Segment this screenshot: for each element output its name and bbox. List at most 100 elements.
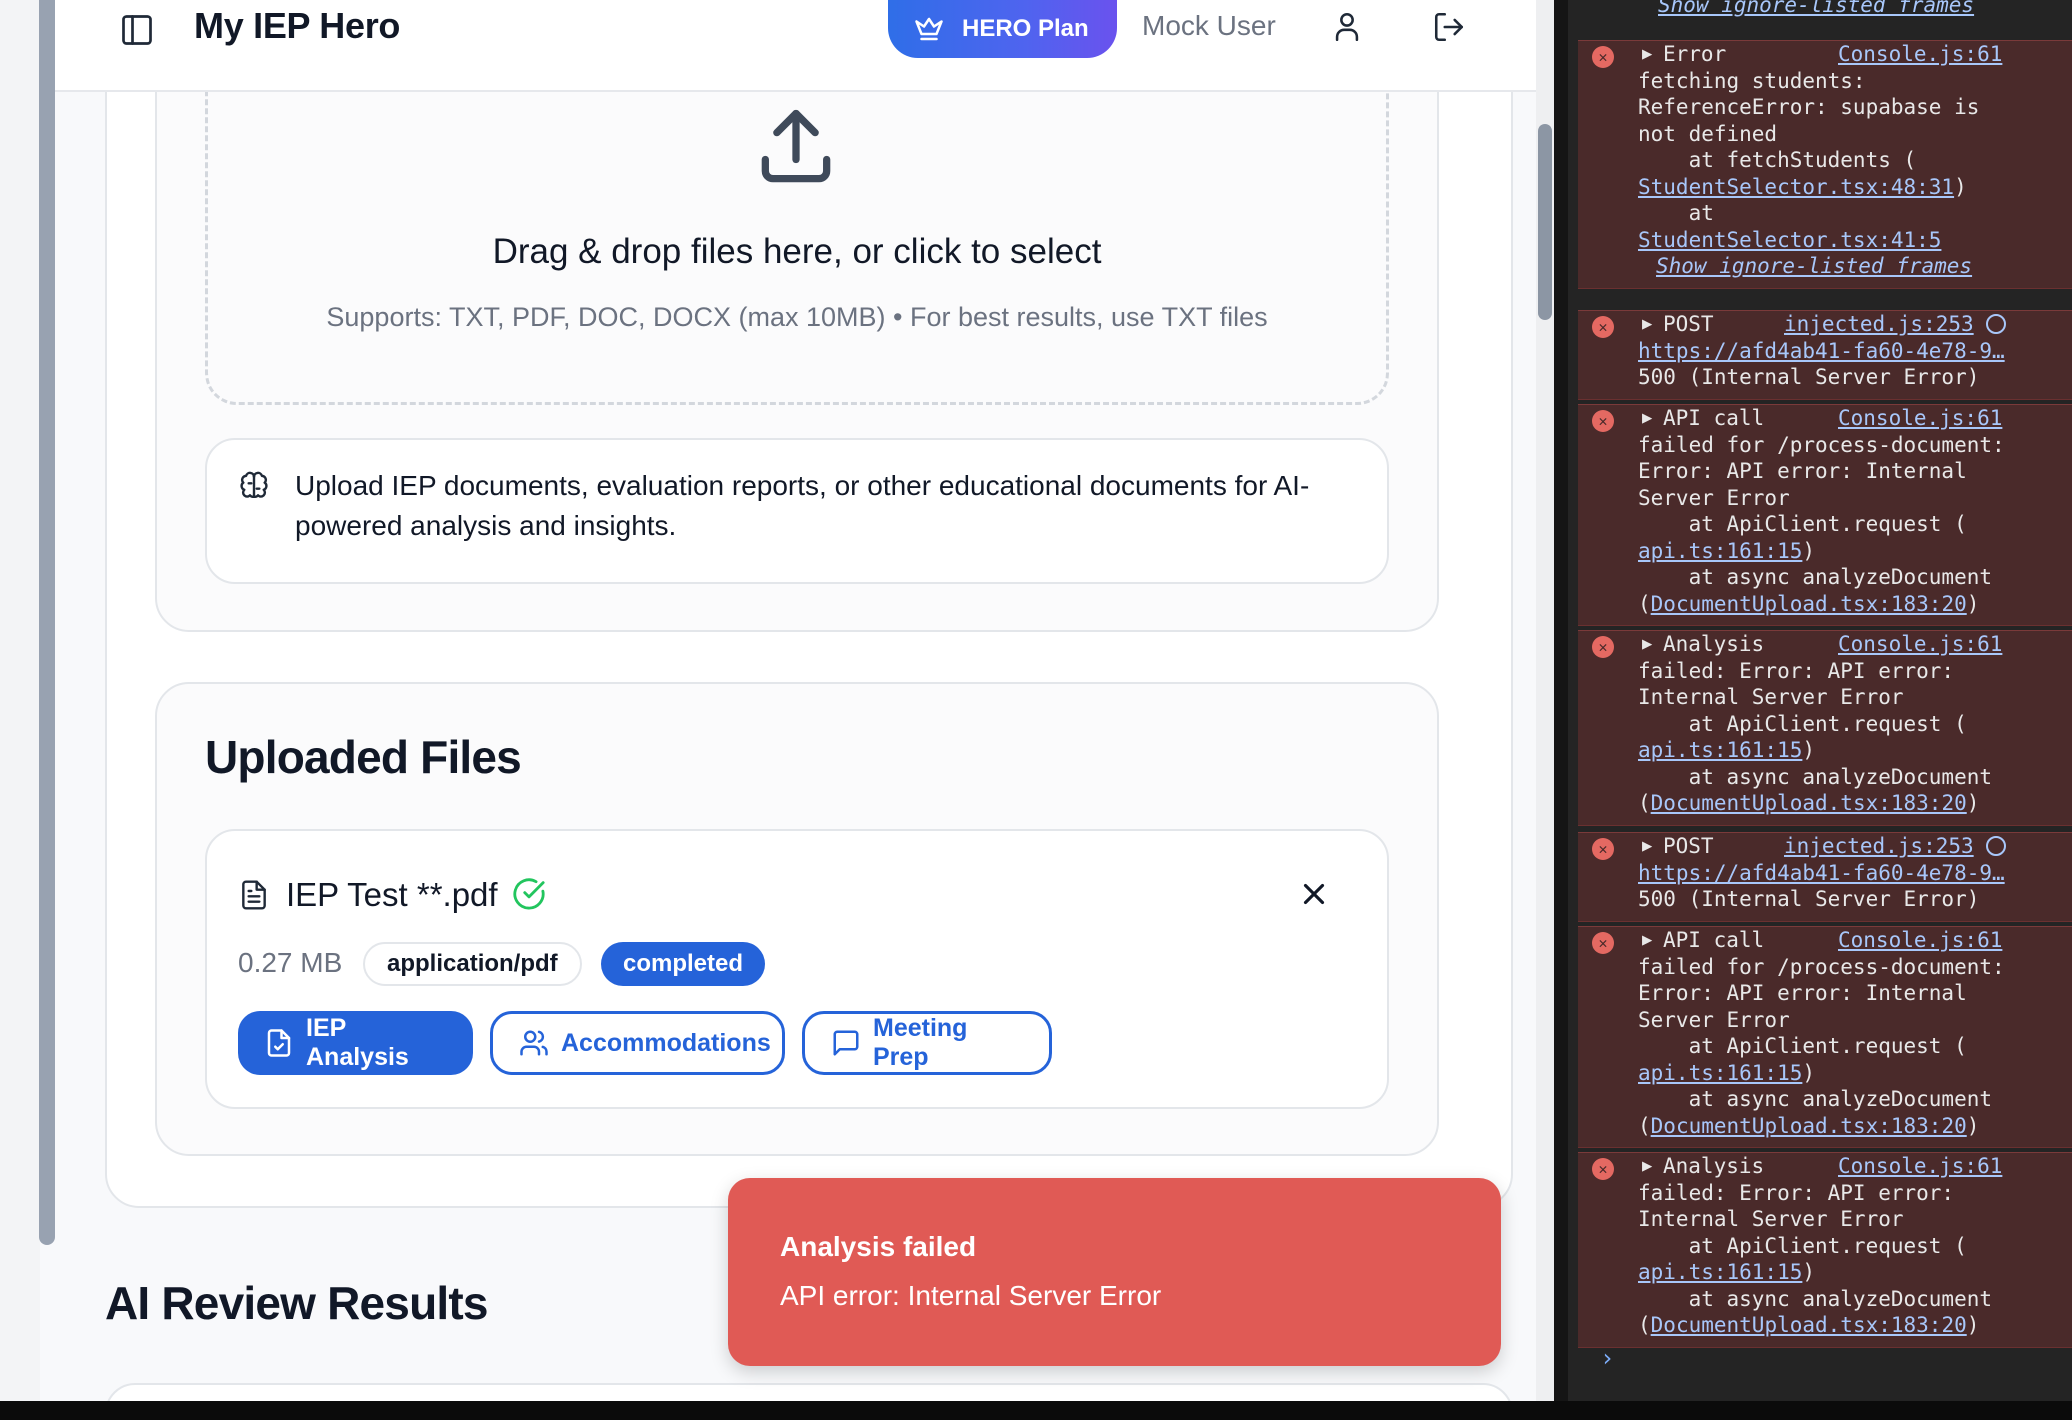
console-message-head: Analysis	[1663, 1154, 1765, 1178]
user-icon[interactable]	[1330, 10, 1364, 44]
console-source: Console.js:61	[1838, 631, 2002, 658]
left-scroll-indicator	[39, 0, 55, 1245]
network-request-icon[interactable]	[1985, 836, 2006, 856]
file-text-icon	[242, 880, 266, 910]
users-icon	[520, 1030, 548, 1056]
expand-triangle-icon[interactable]: ▶	[1642, 311, 1652, 338]
console-message-line: at ApiClient.request (	[1638, 1034, 1967, 1058]
expand-triangle-icon[interactable]: ▶	[1642, 1153, 1652, 1180]
left-window-edge	[0, 0, 40, 1401]
logout-icon[interactable]	[1432, 10, 1466, 44]
console-message-head: Analysis	[1663, 632, 1765, 656]
console-source-link[interactable]: Console.js:61	[1838, 42, 2002, 66]
stack-frame-link[interactable]: StudentSelector.tsx:41:5	[1638, 228, 1941, 252]
network-request-icon[interactable]	[1985, 314, 2006, 334]
console-message-line: api.ts:161:15)	[1638, 1060, 1816, 1085]
devtools-console: Show ignore-listed frames ✕ ▶ Error Console…	[1568, 0, 2072, 1401]
stack-frame-link[interactable]: DocumentUpload.tsx:183:20	[1651, 791, 1967, 815]
check-circle-icon	[513, 878, 545, 910]
expand-triangle-icon[interactable]: ▶	[1642, 631, 1652, 658]
console-message-head: API call	[1663, 406, 1765, 430]
console-source: Console.js:61	[1838, 405, 2002, 432]
console-source-link[interactable]: injected.js:253	[1784, 312, 1974, 336]
console-source: Console.js:61	[1838, 1153, 2002, 1180]
sidebar-toggle-icon[interactable]	[119, 12, 155, 48]
console-message-line: at async analyzeDocument	[1638, 565, 1993, 589]
console-source-link[interactable]: Console.js:61	[1838, 1154, 2002, 1178]
error-toast[interactable]: Analysis failed API error: Internal Serv…	[728, 1178, 1501, 1366]
ai-review-results-heading: AI Review Results	[105, 1277, 488, 1329]
stack-frame-link[interactable]: https://afd4ab41-fa60-4e78-9…	[1638, 861, 2005, 885]
console-source: Console.js:61	[1838, 927, 2002, 954]
remove-file-close-icon[interactable]	[1297, 877, 1331, 911]
devtools-divider[interactable]	[1554, 0, 1568, 1401]
stack-frame-link[interactable]: DocumentUpload.tsx:183:20	[1651, 1114, 1967, 1138]
hero-plan-label: HERO Plan	[962, 15, 1089, 42]
iep-analysis-button[interactable]: IEP Analysis	[238, 1011, 473, 1075]
uploaded-files-heading: Uploaded Files	[205, 731, 522, 783]
error-circle-icon: ✕	[1592, 932, 1614, 954]
mime-type-badge: application/pdf	[363, 942, 582, 986]
console-source-link[interactable]: injected.js:253	[1784, 834, 1974, 858]
console-message-line: (DocumentUpload.tsx:183:20)	[1638, 1313, 1980, 1337]
console-source: Console.js:61	[1838, 41, 2002, 68]
console-message-head: Error	[1663, 42, 1727, 66]
stack-frame-link[interactable]: api.ts:161:15	[1638, 738, 1802, 762]
accommodations-label: Accommodations	[561, 1028, 771, 1057]
error-circle-icon: ✕	[1592, 410, 1614, 432]
page-scrollbar-thumb[interactable]	[1538, 124, 1552, 320]
meeting-prep-button[interactable]: Meeting Prep	[802, 1011, 1052, 1075]
console-message-line: https://afd4ab41-fa60-4e78-9…	[1638, 860, 2072, 887]
brain-icon	[240, 471, 268, 498]
console-message-line: api.ts:161:15)	[1638, 538, 1816, 563]
console-source: injected.js:253	[1784, 311, 2006, 338]
console-message-line: at async analyzeDocument	[1638, 1286, 1993, 1311]
accommodations-button[interactable]: Accommodations	[490, 1011, 785, 1075]
console-prompt[interactable]: ›	[1600, 1345, 1614, 1372]
file-size: 0.27 MB	[238, 947, 343, 978]
console-message-line: StudentSelector.tsx:41:5	[1638, 227, 2072, 254]
stack-frame-link[interactable]: api.ts:161:15	[1638, 1061, 1802, 1085]
stack-frame-link[interactable]: https://afd4ab41-fa60-4e78-9…	[1638, 339, 2005, 363]
toast-message: API error: Internal Server Error	[780, 1280, 1162, 1311]
error-circle-icon: ✕	[1592, 636, 1614, 658]
show-ignore-listed-frames-link[interactable]: Show ignore-listed frames	[1656, 253, 1972, 280]
toast-title: Analysis failed	[780, 1231, 977, 1262]
expand-triangle-icon[interactable]: ▶	[1642, 41, 1652, 68]
stack-frame-link[interactable]: api.ts:161:15	[1638, 1260, 1802, 1284]
stack-frame-link[interactable]: DocumentUpload.tsx:183:20	[1651, 1313, 1967, 1337]
show-ignore-listed-frames-link[interactable]: Show ignore-listed frames	[1658, 0, 1974, 19]
console-message-line: at ApiClient.request (	[1638, 1233, 1967, 1258]
console-source-link[interactable]: Console.js:61	[1838, 632, 2002, 656]
console-message-line: StudentSelector.tsx:48:31)	[1638, 174, 1967, 199]
dropzone-title: Drag & drop files here, or click to sele…	[492, 232, 1102, 271]
console-source-link[interactable]: Console.js:61	[1838, 928, 2002, 952]
console-message-line: (DocumentUpload.tsx:183:20)	[1638, 1113, 1980, 1138]
expand-triangle-icon[interactable]: ▶	[1642, 405, 1652, 432]
message-square-icon	[833, 1030, 859, 1056]
error-circle-icon: ✕	[1592, 46, 1614, 68]
console-message-line: Server Error	[1638, 485, 1790, 510]
app-title: My IEP Hero	[194, 5, 401, 46]
console-message-line: api.ts:161:15)	[1638, 1260, 1816, 1284]
stack-frame-link[interactable]: DocumentUpload.tsx:183:20	[1651, 592, 1967, 616]
expand-triangle-icon[interactable]: ▶	[1642, 927, 1652, 954]
hero-plan-badge[interactable]: HERO Plan	[888, 0, 1117, 58]
console-message-line: 500 (Internal Server Error)	[1638, 365, 1980, 389]
console-message-line: at	[1638, 201, 1714, 225]
stack-frame-link[interactable]: api.ts:161:15	[1638, 539, 1802, 563]
console-error-message: ✕ ▶ API call Console.js:61 failed for /proce…	[1578, 404, 2072, 626]
console-message-head: POST	[1663, 834, 1714, 858]
status-badge: completed	[601, 942, 766, 986]
expand-triangle-icon[interactable]: ▶	[1642, 833, 1652, 860]
console-message-line: not defined	[1638, 121, 1778, 146]
error-circle-icon: ✕	[1592, 838, 1614, 860]
console-message-line: 500 (Internal Server Error)	[1638, 887, 1980, 911]
page-scrollbar[interactable]	[1536, 0, 1554, 1401]
iep-analysis-label: IEP Analysis	[306, 1014, 409, 1071]
stack-frame-link[interactable]: StudentSelector.tsx:48:31	[1638, 175, 1954, 199]
console-message-line: Error: API error: Internal	[1638, 459, 1967, 483]
console-source-link[interactable]: Console.js:61	[1838, 406, 2002, 430]
crown-icon	[915, 17, 943, 41]
console-message-line: failed for /process-document:	[1638, 432, 2005, 457]
